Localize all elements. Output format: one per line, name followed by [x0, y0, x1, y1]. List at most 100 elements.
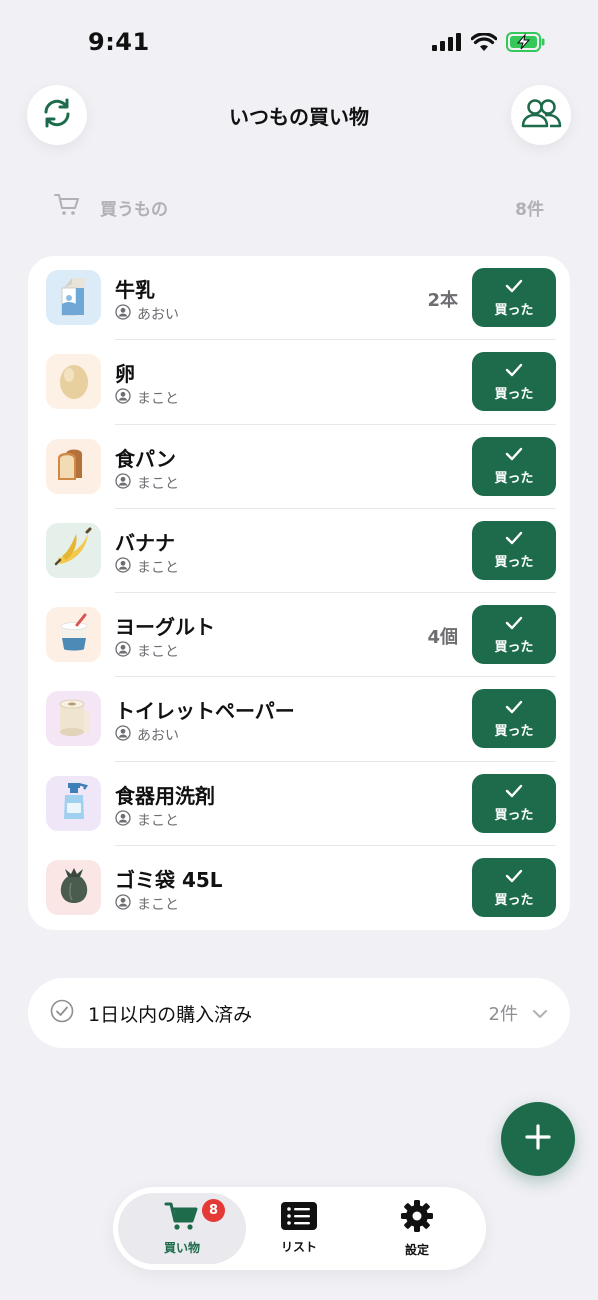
banana-icon [52, 526, 96, 574]
checkmark-icon [505, 530, 523, 549]
purchased-label: 1日以内の購入済み [88, 1003, 253, 1026]
user-icon [115, 304, 131, 324]
item-thumbnail [46, 691, 101, 747]
tab-bar: 買い物 8 リスト 設定 [113, 1187, 486, 1270]
item-assignee: まこと [115, 472, 179, 493]
item-thumbnail [46, 860, 101, 916]
tab-label: 設定 [404, 1243, 429, 1257]
cart-icon [164, 1201, 200, 1235]
bought-button[interactable]: 買った [472, 858, 556, 918]
checkmark-icon [505, 278, 523, 297]
members-button[interactable] [511, 85, 571, 145]
item-name: バナナ [115, 530, 175, 555]
list-icon [281, 1202, 317, 1234]
purchased-count: 2件 [488, 1004, 518, 1025]
bought-button-label: 買った [494, 471, 534, 487]
assignee-name: まこと [137, 391, 179, 408]
status-time: 9:41 [88, 28, 150, 56]
item-name: 食器用洗剤 [115, 783, 215, 808]
bread-icon [52, 444, 96, 488]
bought-button-label: 買った [494, 639, 534, 655]
checkmark-icon [505, 615, 523, 634]
signal-icon [432, 33, 462, 55]
trash-bag-icon [53, 865, 95, 911]
cart-icon [54, 193, 80, 221]
yogurt-icon [53, 612, 95, 658]
section-count: 8件 [515, 199, 544, 220]
assignee-name: まこと [137, 812, 179, 829]
item-assignee: まこと [115, 388, 179, 408]
assignee-name: あおい [137, 307, 179, 323]
item-quantity: 2本 [427, 290, 458, 311]
assignee-name: あおい [137, 728, 179, 745]
add-item-button[interactable] [501, 1102, 575, 1176]
item-quantity: 4個 [427, 627, 458, 649]
item-name: トイレットペーパー [115, 699, 295, 724]
users-icon [520, 97, 562, 133]
item-name: 牛乳 [115, 278, 155, 302]
item-assignee: まこと [115, 810, 179, 830]
user-icon [115, 894, 131, 914]
item-thumbnail [46, 354, 101, 410]
bought-button-label: 買った [494, 555, 534, 571]
bought-button-label: 買った [494, 386, 534, 402]
user-icon [115, 641, 131, 661]
tab-shopping[interactable]: 買い物 8 [118, 1193, 246, 1264]
bought-button[interactable]: 買った [472, 605, 556, 665]
list-item: 卵 まこと 買った [28, 340, 570, 425]
assignee-name: まこと [137, 644, 179, 661]
cart-count-badge: 8 [202, 1199, 225, 1222]
item-thumbnail [46, 438, 101, 494]
user-icon [115, 725, 131, 745]
egg-icon [54, 358, 94, 406]
milk-icon [54, 274, 94, 322]
tab-list[interactable]: リスト [245, 1193, 353, 1264]
bought-button[interactable]: 買った [472, 352, 556, 412]
checkmark-icon [505, 362, 523, 381]
bought-button-label: 買った [494, 723, 534, 739]
bought-button[interactable]: 買った [472, 520, 556, 580]
item-assignee: まこと [115, 557, 179, 577]
purchased-section-toggle[interactable]: 1日以内の購入済み 2件 [28, 978, 570, 1048]
item-assignee: まこと [115, 894, 179, 914]
item-thumbnail [46, 522, 101, 578]
bought-button[interactable]: 買った [472, 436, 556, 496]
wifi-icon [470, 31, 498, 56]
assignee-name: まこと [137, 897, 179, 914]
bought-button[interactable]: 買った [472, 268, 556, 327]
item-assignee: まこと [115, 641, 179, 661]
status-bar: 9:41 [0, 0, 598, 90]
page-title: いつもの買い物 [229, 105, 369, 129]
item-thumbnail [46, 607, 101, 663]
bought-button-label: 買った [494, 892, 534, 908]
tab-label: リスト [280, 1240, 317, 1254]
check-circle-icon [50, 999, 74, 1027]
section-label: 買うもの [100, 199, 168, 220]
item-assignee: あおい [115, 304, 179, 324]
checkmark-icon [505, 699, 523, 718]
section-header: 買うもの 8件 [54, 192, 544, 222]
bought-button[interactable]: 買った [472, 773, 556, 833]
item-name: 食パン [115, 446, 176, 471]
item-name: ゴミ袋 45L [115, 868, 223, 893]
assignee-name: まこと [137, 559, 179, 576]
tab-label: 買い物 [163, 1241, 200, 1255]
checkmark-icon [505, 446, 523, 465]
list-item: バナナ まこと 買った [28, 509, 570, 594]
user-icon [115, 388, 131, 408]
user-icon [115, 472, 131, 493]
list-item: ヨーグルト まこと 4個 買った [28, 593, 570, 678]
tab-settings[interactable]: 設定 [363, 1193, 471, 1264]
checkmark-icon [505, 868, 523, 887]
item-name: ヨーグルト [115, 615, 215, 640]
bought-button-label: 買った [494, 808, 534, 824]
item-thumbnail [46, 270, 101, 325]
bought-button[interactable]: 買った [472, 689, 556, 749]
list-item: 食パン まこと 買った [28, 425, 570, 509]
list-item: 食器用洗剤 まこと 買った [28, 762, 570, 847]
status-icons [432, 31, 546, 56]
toilet-paper-icon [52, 696, 96, 742]
item-name: 卵 [115, 362, 135, 387]
chevron-down-icon [532, 1004, 548, 1023]
assignee-name: まこと [137, 475, 179, 492]
